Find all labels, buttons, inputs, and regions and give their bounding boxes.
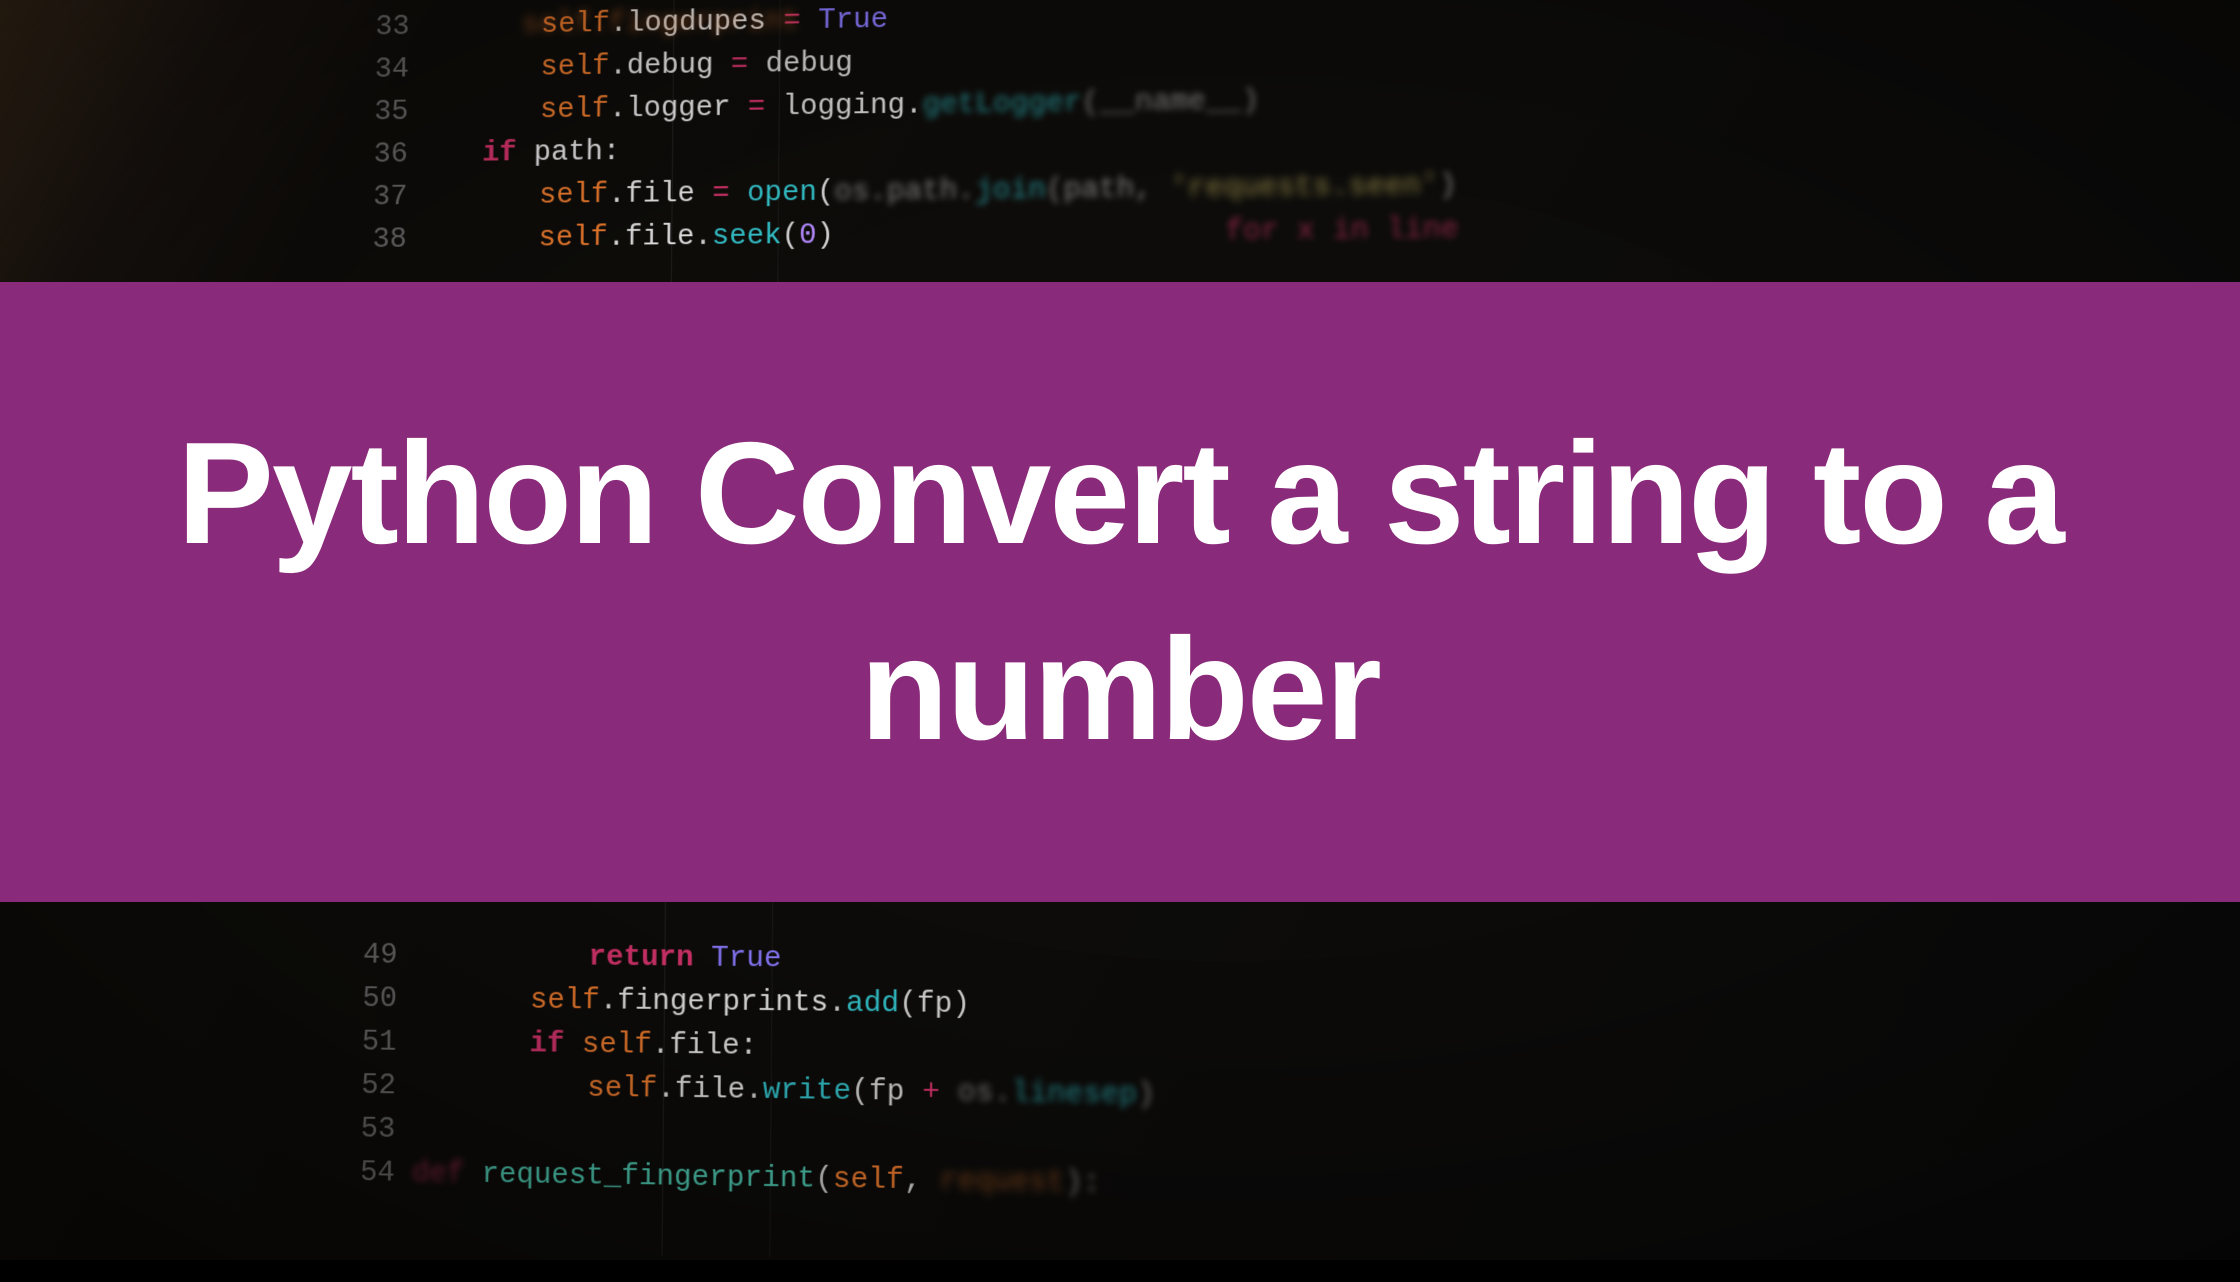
code-token: self (587, 1072, 657, 1107)
line-number: 33 (350, 6, 426, 50)
code-token: if (482, 137, 517, 170)
code-token: ): (1065, 1166, 1101, 1201)
code-token: .file (657, 1073, 745, 1108)
code-token: if (529, 1027, 564, 1061)
code-token: 'requests.seen' (1170, 170, 1439, 207)
code-token: .logger (609, 91, 731, 126)
code-token: getLogger (923, 87, 1082, 122)
code-block-top: self.fingerprint self.logdupes = True se… (538, 0, 1458, 260)
code-token: def (412, 1157, 465, 1192)
line-number: 35 (349, 91, 426, 134)
code-token: . (993, 1077, 1011, 1111)
code-token: request (939, 1164, 1064, 1200)
line-number: 37 (348, 176, 425, 219)
code-token: , (1134, 172, 1170, 206)
code-token: = (713, 48, 765, 82)
code-token: .file (608, 178, 695, 212)
code-line: self.file.write(fp + os.linesep) (587, 1067, 1155, 1118)
title-banner: Python Convert a string to a number (0, 282, 2240, 902)
code-token: . (957, 175, 975, 209)
code-token: self (539, 179, 608, 213)
code-token: .debug (609, 49, 713, 83)
code-token: . (828, 987, 846, 1021)
line-number-gutter: 49 50 51 52 53 54 (335, 934, 415, 1196)
code-token: write (763, 1074, 852, 1109)
code-token: path (1063, 173, 1134, 207)
code-token: open (747, 176, 817, 210)
code-token: .file (608, 221, 695, 255)
code-token: ( (815, 1163, 833, 1197)
code-token (564, 1028, 582, 1062)
code-token: self (538, 221, 607, 255)
code-token: self (540, 50, 609, 84)
line-number: 50 (337, 977, 414, 1021)
code-token: ( (1046, 174, 1064, 208)
code-token: os.path (834, 175, 957, 210)
code-token: self (530, 984, 600, 1018)
code-token: (__name__) (1081, 85, 1259, 121)
code-token: . (694, 220, 712, 253)
code-token: 0 (799, 219, 817, 252)
code-token: (fp) (899, 987, 970, 1022)
code-token: fp (869, 1075, 905, 1110)
code-token: = (695, 177, 748, 211)
code-token (464, 1158, 482, 1192)
code-token: path: (516, 136, 620, 170)
code-token: . (745, 1074, 763, 1108)
code-token: seek (712, 220, 782, 254)
line-number-gutter: 33 34 35 36 37 38 (348, 6, 427, 262)
code-token: request_fingerprint (481, 1158, 815, 1197)
line-number: 53 (335, 1107, 412, 1152)
code-line: def request_fingerprint(self, request): (412, 1152, 1155, 1207)
code-token: .file: (652, 1029, 758, 1064)
line-number: 36 (349, 133, 426, 176)
banner-title: Python Convert a string to a number (50, 396, 2190, 788)
code-block-bottom: return True self.fingerprints.add(fp) if… (528, 935, 1156, 1207)
code-token: self (833, 1163, 904, 1198)
line-number: 54 (335, 1151, 413, 1196)
code-token: os (958, 1076, 994, 1111)
line-number: 38 (348, 218, 425, 261)
code-token: . (905, 89, 923, 123)
code-token: ( (817, 176, 835, 209)
code-token: = (730, 91, 783, 125)
code-token: self.fingerprint (522, 5, 799, 42)
code-token: ) (816, 219, 834, 252)
code-token: for x in line (1225, 213, 1459, 249)
code-line: if self.file: (529, 1022, 1155, 1073)
code-token: , (904, 1164, 940, 1199)
code-line: self.file.seek(0) for x in line (538, 208, 1458, 260)
code-token: True (693, 942, 781, 977)
code-token: debug (765, 47, 853, 81)
line-number: 52 (336, 1064, 413, 1108)
line-number: 51 (337, 1020, 414, 1064)
code-line: return True (588, 936, 1155, 985)
code-token: linesep (1011, 1077, 1137, 1113)
code-token: + (904, 1076, 958, 1111)
code-token: True (818, 3, 888, 37)
code-token: ) (1439, 169, 1457, 203)
code-token: ( (851, 1075, 869, 1109)
line-number: 34 (350, 48, 426, 91)
line-number: 49 (338, 934, 415, 978)
code-token: logging (783, 89, 906, 124)
code-token: ( (782, 220, 800, 253)
code-token: ) (1137, 1078, 1155, 1113)
code-token: join (975, 174, 1046, 208)
code-token: self (582, 1028, 652, 1063)
code-token: .fingerprints (600, 984, 829, 1020)
code-line: self.fingerprints.add(fp) (530, 979, 1155, 1029)
code-token: add (846, 987, 899, 1022)
code-token: self (540, 93, 609, 127)
code-token: return (588, 941, 693, 976)
